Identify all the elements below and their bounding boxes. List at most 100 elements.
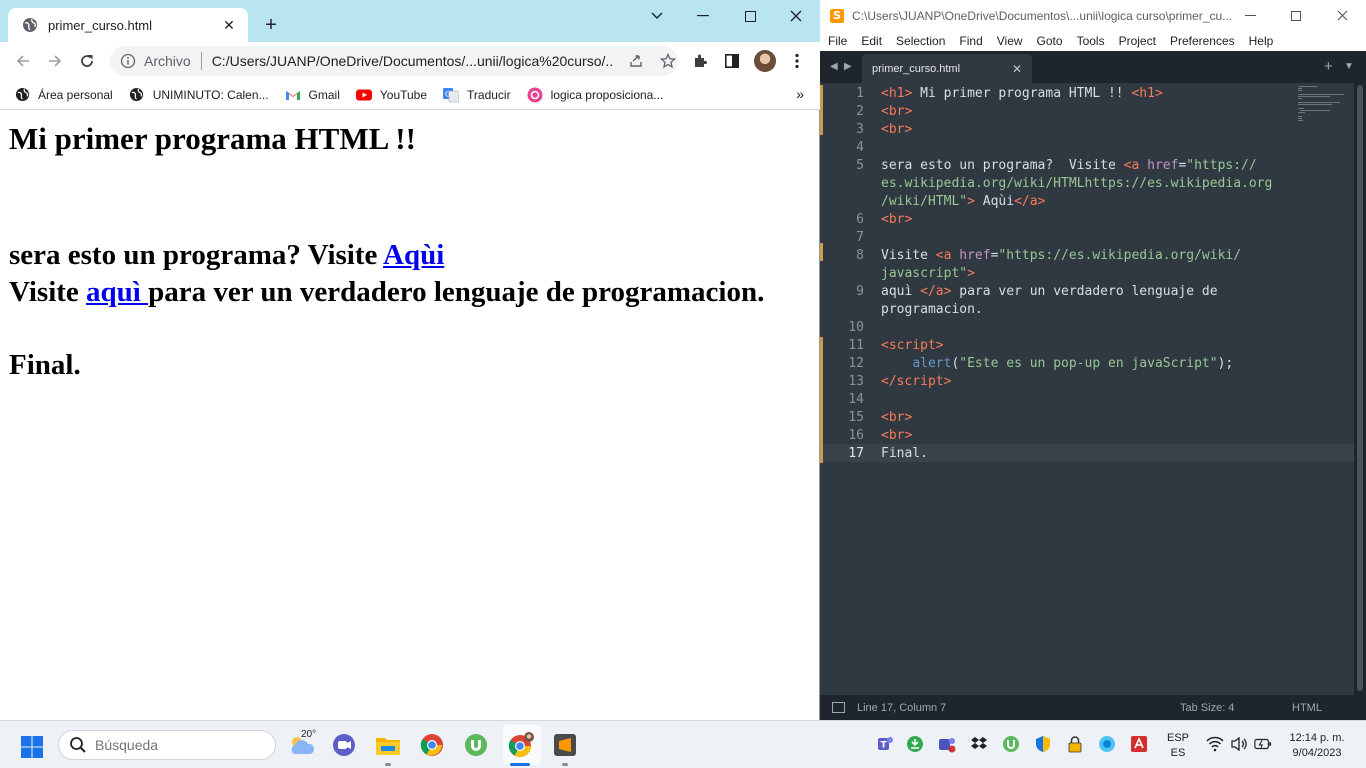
- close-window-button[interactable]: [773, 0, 819, 32]
- extensions-icon[interactable]: [690, 51, 710, 71]
- back-button[interactable]: [11, 49, 35, 73]
- chrome-icon[interactable]: [418, 731, 446, 759]
- menu-help[interactable]: Help: [1249, 34, 1274, 48]
- menu-preferences[interactable]: Preferences: [1170, 34, 1235, 48]
- code-token: <: [881, 86, 889, 101]
- wifi-icon[interactable]: [1206, 735, 1224, 753]
- editor-tab[interactable]: primer_curso.html ✕: [862, 54, 1032, 83]
- line-number: 9: [856, 284, 864, 299]
- file-explorer-icon[interactable]: [374, 731, 402, 759]
- search-input[interactable]: [95, 737, 255, 753]
- taskbar-search[interactable]: [58, 730, 276, 760]
- teams-meeting-tray-icon[interactable]: [938, 735, 956, 753]
- page-body: sera esto un programa? Visite Aqùi Visit…: [9, 237, 810, 384]
- wikipedia-javascript-link[interactable]: aquì: [86, 276, 148, 308]
- menu-tools[interactable]: Tools: [1077, 34, 1105, 48]
- scrollbar-thumb[interactable]: [1357, 85, 1363, 691]
- wikipedia-html-link[interactable]: Aqùi: [383, 239, 444, 271]
- teams-tray-icon[interactable]: T: [876, 735, 894, 753]
- battery-icon[interactable]: [1254, 735, 1272, 753]
- menu-selection[interactable]: Selection: [896, 34, 945, 48]
- line-break-spacer: [9, 157, 810, 237]
- info-icon[interactable]: [120, 53, 136, 69]
- taskbar: 20° T ESP ES 12:14 p. m. 9/04/2023: [0, 720, 1366, 768]
- clock-date: 9/04/2023: [1292, 747, 1342, 759]
- utorrent-tray-icon[interactable]: [1002, 735, 1020, 753]
- maximize-button[interactable]: [727, 0, 773, 32]
- code-token: >: [1154, 86, 1163, 101]
- share-icon[interactable]: [626, 51, 646, 71]
- menu-project[interactable]: Project: [1119, 34, 1156, 48]
- new-tab-plus-icon[interactable]: +: [1324, 58, 1333, 75]
- windows-start-icon[interactable]: [20, 735, 44, 759]
- maximize-button[interactable]: [1273, 0, 1319, 31]
- globe-tray-icon[interactable]: [1098, 735, 1116, 753]
- sublime-window: S C:\Users\JUANP\OneDrive\Documentos\...…: [820, 0, 1366, 720]
- bookmark-traducir[interactable]: G Traducir: [443, 87, 511, 103]
- bookmark-uniminuto[interactable]: UNIMINUTO: Calen...: [129, 87, 269, 103]
- bookmark-logica-proposicional[interactable]: logica proposiciona...: [527, 87, 663, 103]
- bookmark-area-personal[interactable]: Área personal: [14, 87, 113, 103]
- line-number: 2: [856, 104, 864, 119]
- volume-icon[interactable]: [1230, 735, 1248, 753]
- tab-size-setting[interactable]: Tab Size: 4: [1180, 702, 1234, 714]
- globe-icon: [14, 87, 30, 103]
- code-line-5-wrap: /wiki/HTML"> Aqùi</a>: [881, 193, 1045, 211]
- reload-button[interactable]: [75, 49, 99, 73]
- sync-tray-icon[interactable]: [906, 735, 924, 753]
- minimize-button[interactable]: [1227, 0, 1273, 31]
- chrome-menu-icon[interactable]: [787, 51, 807, 71]
- svg-text:T: T: [881, 741, 888, 751]
- close-tab-icon[interactable]: ✕: [220, 16, 238, 34]
- chevron-double-right-icon[interactable]: »: [796, 86, 804, 102]
- minimize-button[interactable]: [680, 0, 726, 32]
- address-bar[interactable]: Archivo C:/Users/JUANP/OneDrive/Document…: [110, 46, 678, 76]
- syntax-setting[interactable]: HTML: [1292, 702, 1322, 714]
- menu-goto[interactable]: Goto: [1037, 34, 1063, 48]
- code-token: script: [896, 374, 944, 389]
- menu-file[interactable]: File: [828, 34, 847, 48]
- menu-edit[interactable]: Edit: [861, 34, 882, 48]
- menu-view[interactable]: View: [997, 34, 1023, 48]
- page-content: Mi primer programa HTML !! sera esto un …: [0, 111, 819, 720]
- chrome-titlebar: primer_curso.html ✕ +: [0, 0, 820, 42]
- input-language[interactable]: ESP ES: [1164, 731, 1192, 761]
- code-token: >: [1037, 194, 1046, 209]
- side-panel-icon[interactable]: [722, 51, 742, 71]
- utorrent-icon[interactable]: [462, 731, 490, 759]
- menu-find[interactable]: Find: [959, 34, 982, 48]
- code-token: sera esto un programa? Visite: [881, 158, 1124, 173]
- code-editor[interactable]: 1 2 3 4 5 6 7 8 9 10 11 12 13 14 15 16 1…: [820, 83, 1354, 695]
- bookmark-youtube[interactable]: YouTube: [355, 87, 427, 103]
- tab-list-icon[interactable]: ▼: [1344, 61, 1354, 72]
- editor-tab-title: primer_curso.html: [872, 62, 961, 75]
- url-text[interactable]: C:/Users/JUANP/OneDrive/Documentos/...un…: [212, 53, 614, 69]
- editor-scrollbar[interactable]: [1354, 83, 1366, 695]
- bookmark-label: Área personal: [38, 87, 113, 102]
- sublime-logo-icon: S: [830, 8, 844, 23]
- tab-next-icon[interactable]: ▶: [844, 61, 852, 72]
- system-clock[interactable]: 12:14 p. m. 9/04/2023: [1284, 731, 1350, 761]
- teams-chat-icon[interactable]: [330, 731, 358, 759]
- sublime-text-icon[interactable]: [551, 731, 579, 759]
- shield-tray-icon[interactable]: [1034, 735, 1052, 753]
- browser-tab[interactable]: primer_curso.html ✕: [8, 8, 248, 42]
- new-tab-button[interactable]: +: [260, 14, 282, 36]
- forward-button[interactable]: [43, 49, 67, 73]
- minimap[interactable]: [1298, 85, 1346, 125]
- tab-prev-icon[interactable]: ◀: [830, 61, 838, 72]
- vpn-lock-tray-icon[interactable]: [1066, 735, 1084, 753]
- cursor-position: Line 17, Column 7: [857, 701, 947, 714]
- profile-avatar[interactable]: [754, 50, 776, 72]
- panel-toggle-icon[interactable]: [832, 702, 845, 713]
- close-window-button[interactable]: [1319, 0, 1365, 31]
- red-app-tray-icon[interactable]: [1130, 735, 1148, 753]
- code-line-5: sera esto un programa? Visite <a href="h…: [881, 157, 1257, 175]
- bookmark-gmail[interactable]: Gmail: [285, 87, 340, 103]
- dropbox-tray-icon[interactable]: [970, 735, 988, 753]
- chrome-profile-icon[interactable]: [507, 731, 535, 759]
- close-tab-icon[interactable]: ✕: [1012, 62, 1022, 76]
- tab-search-icon[interactable]: [634, 0, 680, 32]
- bookmark-star-icon[interactable]: [658, 51, 678, 71]
